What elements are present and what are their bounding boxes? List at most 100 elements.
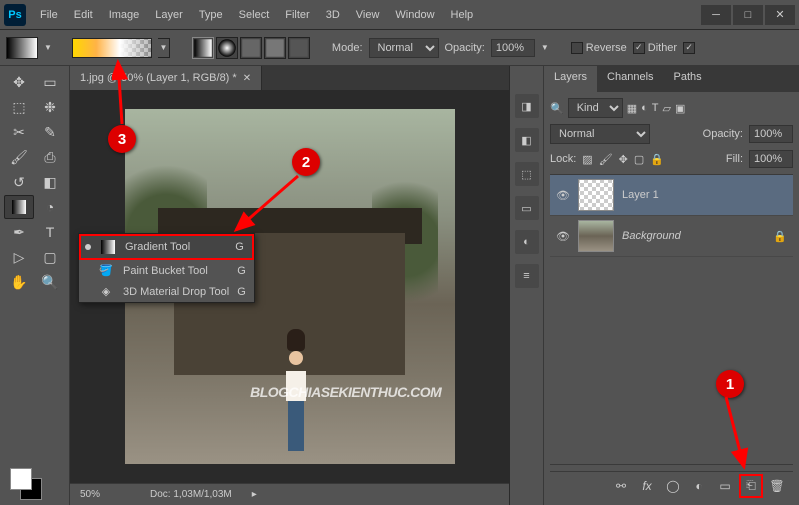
- history-brush-tool[interactable]: ↺: [4, 170, 34, 194]
- menu-help[interactable]: Help: [443, 5, 482, 25]
- zoom-level[interactable]: 50%: [80, 489, 100, 500]
- blend-mode-select[interactable]: Normal: [369, 38, 439, 58]
- adjustments-panel-icon[interactable]: ◐: [515, 230, 539, 254]
- material-drop-icon: ◈: [97, 285, 115, 298]
- visibility-icon[interactable]: 👁: [556, 230, 570, 243]
- lock-transparent-icon[interactable]: ▨: [582, 153, 592, 166]
- menu-type[interactable]: Type: [191, 5, 231, 25]
- clone-stamp-tool[interactable]: ⎙: [35, 145, 65, 169]
- document-tab[interactable]: 1.jpg @ 50% (Layer 1, RGB/8) * ✕: [70, 66, 262, 90]
- flyout-3d-material-drop-tool[interactable]: ◈ 3D Material Drop Tool G: [79, 281, 254, 302]
- menu-view[interactable]: View: [348, 5, 388, 25]
- history-panel-icon[interactable]: ◨: [515, 94, 539, 118]
- lock-artboard-icon[interactable]: ▢: [634, 153, 644, 166]
- menu-window[interactable]: Window: [387, 5, 442, 25]
- pen-tool[interactable]: ✒: [4, 220, 34, 244]
- layer-fill-input[interactable]: [749, 150, 793, 168]
- layer-name[interactable]: Background: [622, 230, 681, 242]
- layers-panel-footer: ⚯ fx ◯ ◐ ▭ ⎗ 🗑: [550, 471, 793, 499]
- chevron-right-icon[interactable]: ▸: [252, 489, 257, 500]
- color-swatches[interactable]: [10, 468, 32, 490]
- blur-tool[interactable]: ◔: [35, 195, 65, 219]
- gradient-linear-button[interactable]: [192, 37, 214, 59]
- layer-thumbnail[interactable]: [578, 220, 614, 252]
- menu-layer[interactable]: Layer: [147, 5, 191, 25]
- reverse-checkbox[interactable]: Reverse: [571, 42, 627, 54]
- dither-checkbox[interactable]: Dither: [633, 42, 677, 54]
- layer-thumbnail[interactable]: [578, 179, 614, 211]
- lock-label: Lock:: [550, 153, 576, 165]
- crop-tool[interactable]: ✂: [4, 120, 34, 144]
- lock-position-icon[interactable]: ✥: [619, 153, 628, 166]
- tab-paths[interactable]: Paths: [664, 66, 712, 92]
- gradient-tool[interactable]: [4, 195, 34, 219]
- gradient-picker-dropdown[interactable]: ▼: [158, 38, 170, 58]
- chevron-down-icon[interactable]: ▼: [541, 43, 549, 52]
- gradient-diamond-button[interactable]: [288, 37, 310, 59]
- layer-group-icon[interactable]: ▭: [717, 478, 733, 494]
- zoom-tool[interactable]: 🔍: [35, 270, 65, 294]
- gradient-angle-button[interactable]: [240, 37, 262, 59]
- link-layers-icon[interactable]: ⚯: [613, 478, 629, 494]
- opacity-input[interactable]: [491, 39, 535, 57]
- gradient-reflected-button[interactable]: [264, 37, 286, 59]
- marquee-tool[interactable]: ⬚: [4, 95, 34, 119]
- layer-row[interactable]: 👁 Background 🔒: [550, 216, 793, 257]
- menu-filter[interactable]: Filter: [277, 5, 317, 25]
- annotation-arrow-3: [112, 58, 132, 128]
- chevron-down-icon[interactable]: ▼: [44, 43, 52, 52]
- path-selection-tool[interactable]: ▷: [4, 245, 34, 269]
- filter-type-icon[interactable]: T: [652, 102, 659, 114]
- adjustment-layer-icon[interactable]: ◐: [691, 478, 707, 494]
- tab-layers[interactable]: Layers: [544, 66, 597, 92]
- layer-style-icon[interactable]: fx: [639, 478, 655, 494]
- flyout-paint-bucket-tool[interactable]: 🪣 Paint Bucket Tool G: [79, 260, 254, 281]
- menu-image[interactable]: Image: [101, 5, 148, 25]
- tool-flyout-menu: Gradient Tool G 🪣 Paint Bucket Tool G ◈ …: [78, 233, 255, 303]
- foreground-color-swatch[interactable]: [10, 468, 32, 490]
- window-maximize-icon[interactable]: □: [733, 5, 763, 25]
- lock-all-icon[interactable]: 🔒: [650, 153, 664, 166]
- color-panel-icon[interactable]: ◧: [515, 128, 539, 152]
- transparency-checkbox[interactable]: [683, 42, 695, 54]
- filter-pixel-icon[interactable]: ▦: [627, 102, 637, 115]
- artboard-tool[interactable]: ▭: [35, 70, 65, 94]
- layer-mask-icon[interactable]: ◯: [665, 478, 681, 494]
- close-icon[interactable]: ✕: [243, 73, 251, 84]
- layer-opacity-input[interactable]: [749, 125, 793, 143]
- menu-file[interactable]: File: [32, 5, 66, 25]
- eyedropper-tool[interactable]: ✎: [35, 120, 65, 144]
- layer-name[interactable]: Layer 1: [622, 189, 659, 201]
- filter-smart-icon[interactable]: ▣: [675, 102, 685, 115]
- filter-shape-icon[interactable]: ▱: [663, 102, 671, 115]
- libraries-panel-icon[interactable]: ▭: [515, 196, 539, 220]
- menu-edit[interactable]: Edit: [66, 5, 101, 25]
- shape-tool[interactable]: ▢: [35, 245, 65, 269]
- layer-blend-mode-select[interactable]: Normal: [550, 124, 650, 144]
- filter-adjustment-icon[interactable]: ◐: [641, 102, 648, 114]
- swatches-panel-icon[interactable]: ⬚: [515, 162, 539, 186]
- new-layer-icon[interactable]: ⎗: [743, 478, 759, 494]
- layer-row[interactable]: 👁 Layer 1: [550, 175, 793, 216]
- search-icon[interactable]: 🔍: [550, 102, 564, 115]
- brush-tool[interactable]: 🖌: [4, 145, 34, 169]
- move-tool[interactable]: ✥: [4, 70, 34, 94]
- type-tool[interactable]: T: [35, 220, 65, 244]
- flyout-gradient-tool[interactable]: Gradient Tool G: [79, 234, 254, 260]
- gradient-picker[interactable]: [72, 38, 152, 58]
- menu-3d[interactable]: 3D: [318, 5, 348, 25]
- menu-select[interactable]: Select: [231, 5, 278, 25]
- delete-layer-icon[interactable]: 🗑: [769, 478, 785, 494]
- tab-channels[interactable]: Channels: [597, 66, 663, 92]
- eraser-tool[interactable]: ◧: [35, 170, 65, 194]
- window-close-icon[interactable]: ✕: [765, 5, 795, 25]
- window-minimize-icon[interactable]: ─: [701, 5, 731, 25]
- lock-icon[interactable]: 🔒: [773, 230, 787, 243]
- layer-filter-select[interactable]: Kind: [568, 98, 623, 118]
- lock-image-icon[interactable]: 🖌: [599, 153, 613, 166]
- lasso-tool[interactable]: ❉: [35, 95, 65, 119]
- visibility-icon[interactable]: 👁: [556, 189, 570, 202]
- gradient-radial-button[interactable]: [216, 37, 238, 59]
- hand-tool[interactable]: ✋: [4, 270, 34, 294]
- properties-panel-icon[interactable]: ≡: [515, 264, 539, 288]
